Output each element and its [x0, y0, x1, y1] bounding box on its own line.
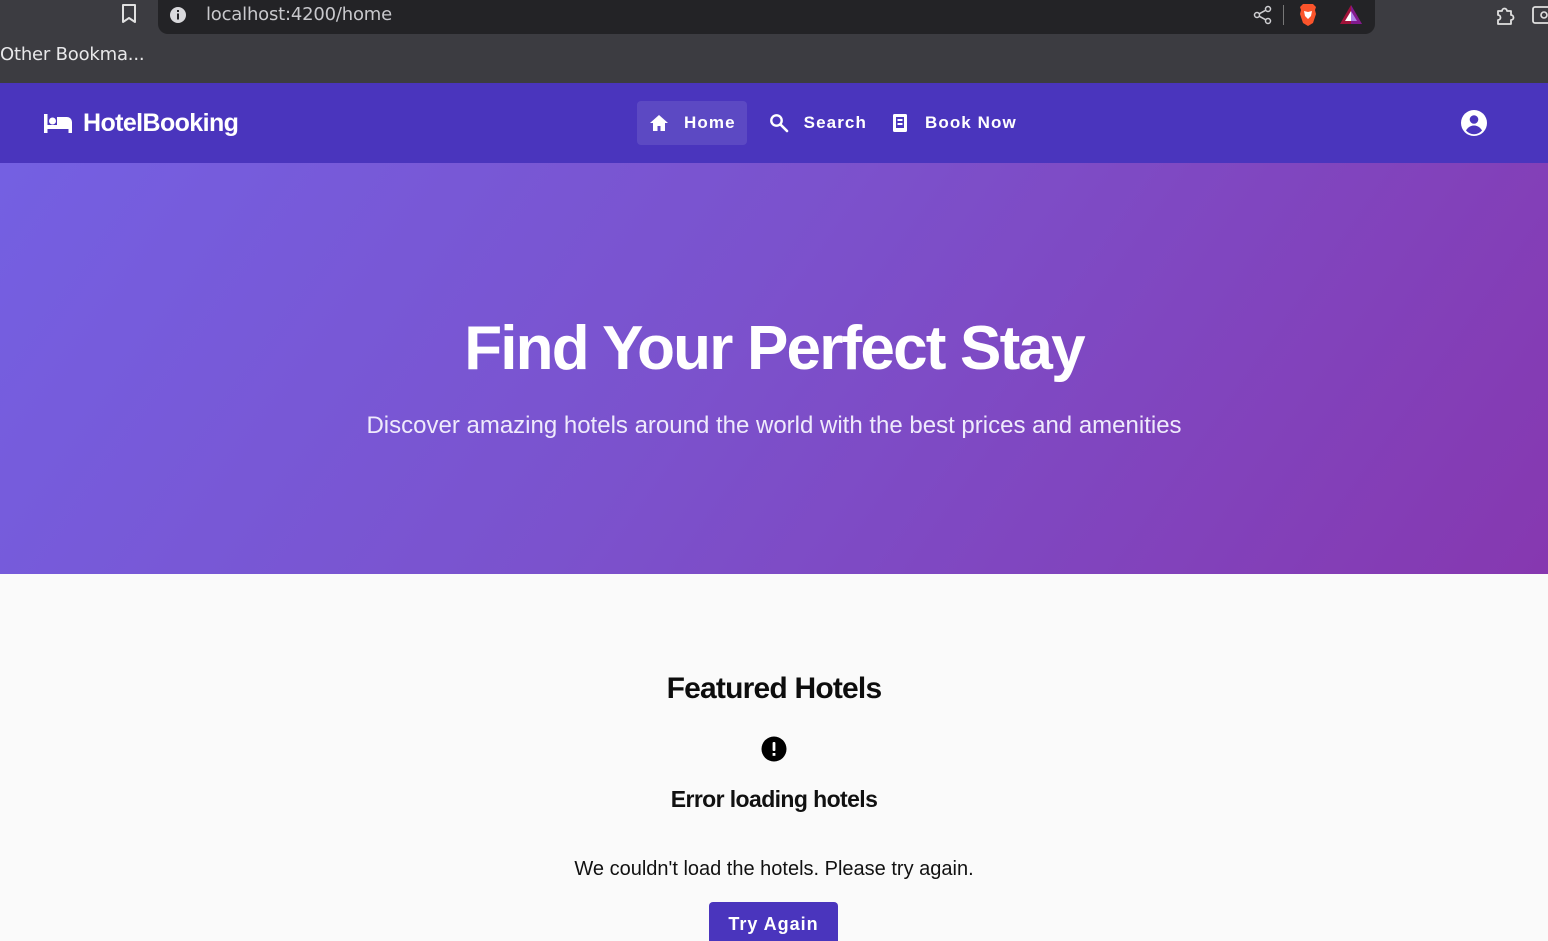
brand-name: HotelBooking	[83, 108, 239, 137]
main-nav: Home Search Book Now	[637, 101, 1028, 145]
url-text[interactable]: localhost:4200/home	[206, 4, 392, 25]
separator	[1283, 5, 1284, 25]
browser-chrome: localhost:4200/home Other Bookma...	[0, 0, 1548, 83]
nav-home-label: Home	[684, 113, 736, 132]
hero-banner: Find Your Perfect Stay Discover amazing …	[0, 163, 1548, 574]
bookmark-icon[interactable]	[118, 3, 140, 25]
featured-hotels-title: Featured Hotels	[666, 672, 883, 705]
nav-home[interactable]: Home	[637, 101, 747, 145]
reader-mode-icon[interactable]	[1530, 3, 1548, 27]
app-navbar: HotelBooking Home Search Book Now	[0, 83, 1548, 163]
try-again-button[interactable]: Try Again	[709, 902, 838, 941]
error-title: Error loading hotels	[670, 786, 878, 812]
hero-title: Find Your Perfect Stay	[464, 314, 1085, 383]
brave-shield-icon[interactable]	[1297, 3, 1319, 27]
share-icon[interactable]	[1252, 4, 1274, 26]
search-icon	[768, 112, 790, 134]
account-circle-icon[interactable]	[1460, 109, 1488, 137]
nav-book-now-label: Book Now	[924, 113, 1017, 132]
extensions-icon[interactable]	[1494, 3, 1518, 27]
error-icon	[761, 736, 787, 762]
brand-logo[interactable]: HotelBooking	[43, 108, 239, 137]
hero-subtitle: Discover amazing hotels around the world…	[366, 412, 1182, 439]
book-icon	[889, 112, 911, 134]
brave-rewards-icon[interactable]	[1339, 4, 1363, 26]
info-icon[interactable]	[169, 6, 187, 24]
nav-book-now[interactable]: Book Now	[878, 101, 1028, 145]
nav-search[interactable]: Search	[757, 101, 878, 145]
home-icon	[648, 112, 670, 134]
error-message: We couldn't load the hotels. Please try …	[574, 858, 974, 880]
address-bar[interactable]: localhost:4200/home	[158, 0, 1375, 34]
bookmarks-bar-other[interactable]: Other Bookma...	[0, 44, 145, 65]
bed-icon	[43, 112, 73, 134]
nav-search-label: Search	[803, 113, 867, 132]
